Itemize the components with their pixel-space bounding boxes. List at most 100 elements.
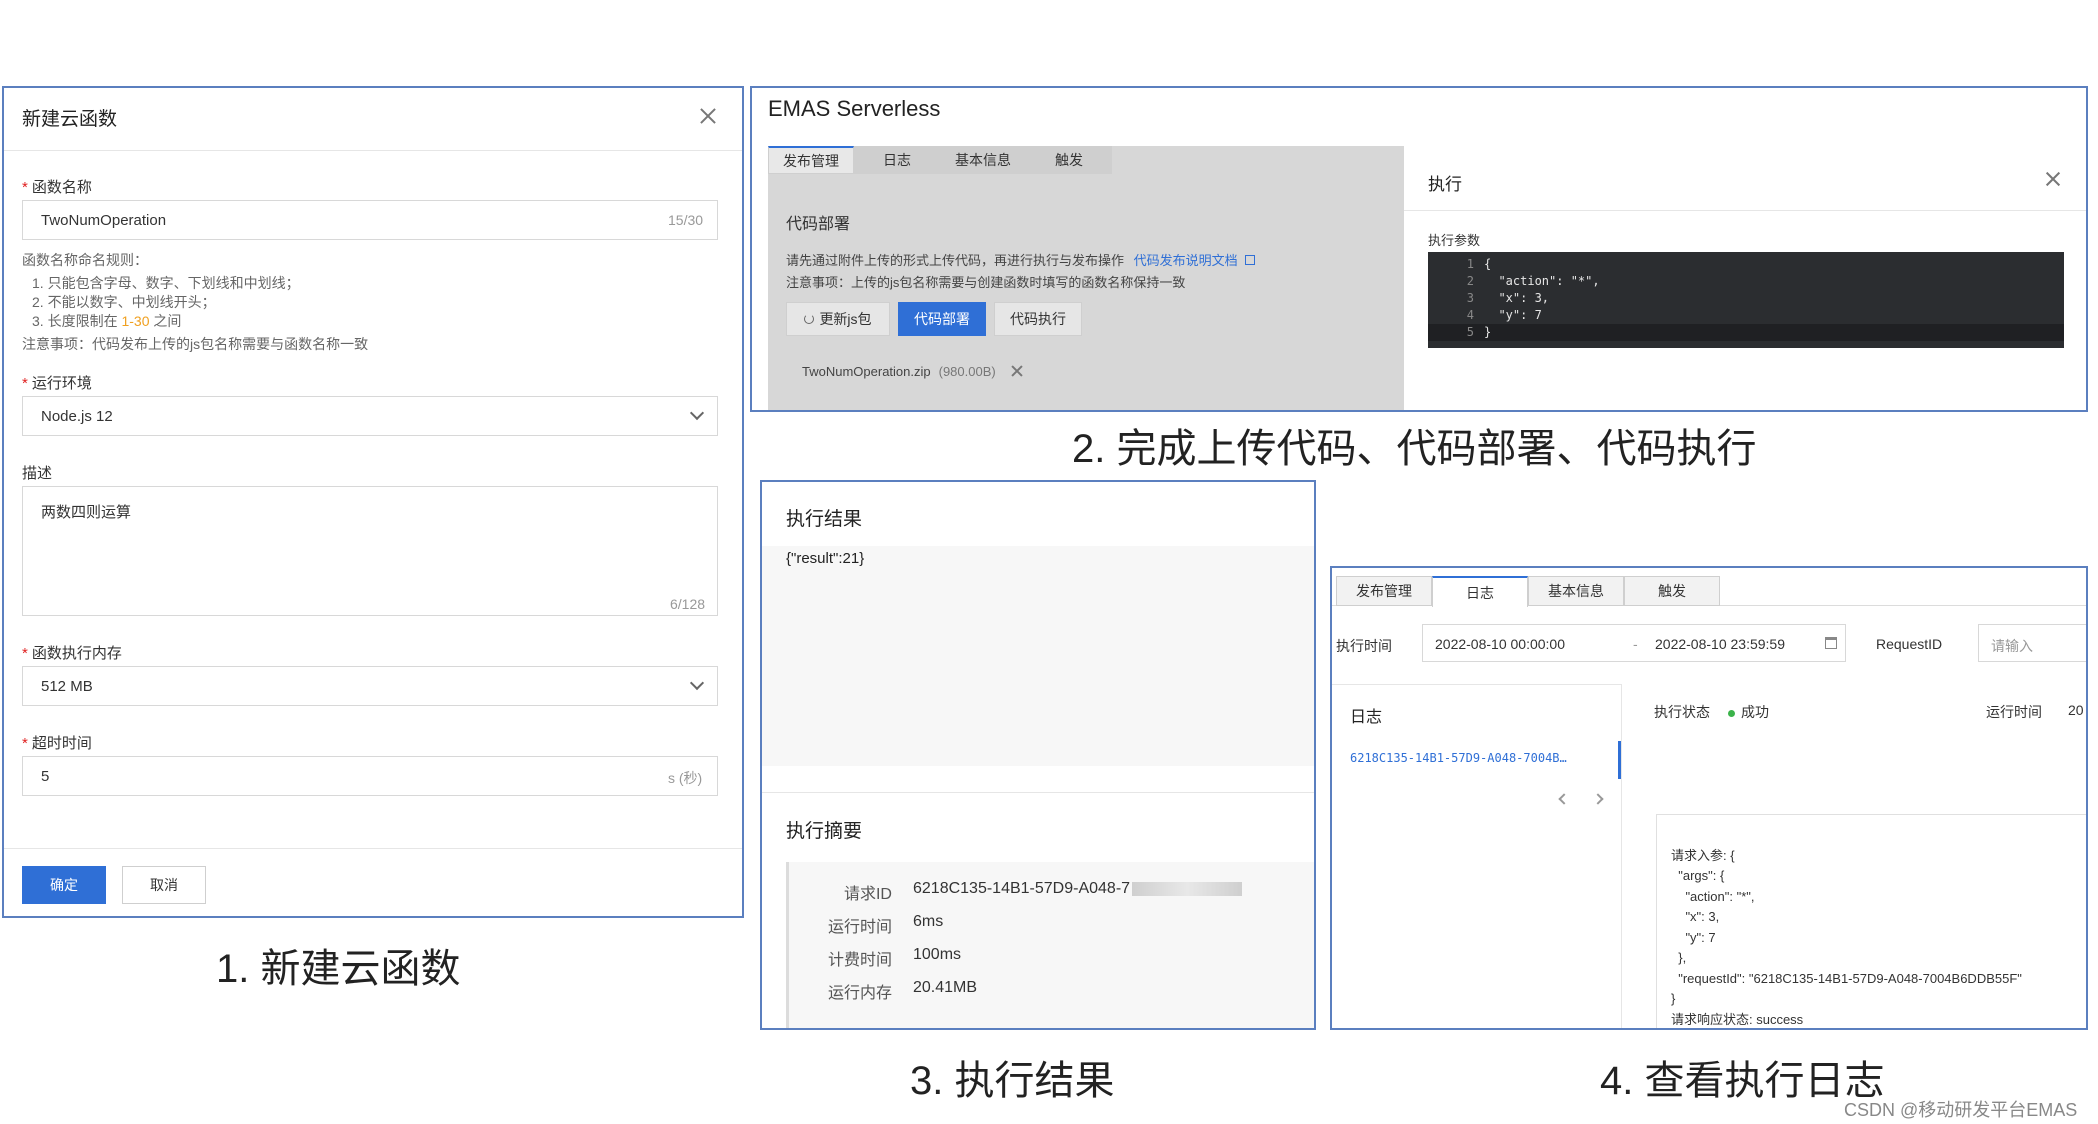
naming-notice: 注意事项：代码发布上传的js包名称需要与函数名称一致	[22, 336, 369, 352]
dialog-title: 新建云函数	[22, 109, 118, 130]
json-line: "action": "*",	[1671, 888, 1755, 904]
summary-key: 计费时间	[827, 952, 892, 969]
background-page: 发布管理 日志 基本信息 触发 代码部署 请先通过附件上传的形式上传代码，再进行…	[768, 146, 1404, 410]
next-page-icon[interactable]	[1592, 793, 1604, 805]
memory-select[interactable]: 512 MB	[22, 666, 718, 706]
confirm-button[interactable]: 确定	[22, 866, 106, 904]
emas-code-panel: EMAS Serverless 发布管理 日志 基本信息 触发 代码部署 请先通…	[750, 86, 2088, 412]
drawer-title: 执行	[1428, 175, 1462, 194]
tab-publish[interactable]: 发布管理	[1336, 576, 1432, 606]
run-button[interactable]: 代码执行	[994, 302, 1082, 336]
runtime-value: 20	[2068, 702, 2084, 718]
uploaded-file: TwoNumOperation.zip (980.00B)	[786, 356, 1056, 386]
summary-title: 执行摘要	[786, 821, 863, 842]
calendar-icon	[1825, 637, 1837, 649]
timeout-unit: s (秒)	[668, 770, 703, 786]
summary-key: 请求ID	[843, 886, 892, 903]
remove-file-icon[interactable]	[1010, 364, 1024, 378]
caption-4: 4. 查看执行日志	[1600, 1059, 1885, 1103]
tab-log[interactable]: 日志	[854, 146, 940, 174]
tab-basic-info[interactable]: 基本信息	[940, 146, 1026, 174]
divider	[4, 150, 742, 151]
code-editor[interactable]: 1{ 2 "action": "*", 3 "x": 3, 4 "y": 7 5…	[1428, 252, 2064, 348]
reqid-label: RequestID	[1876, 636, 1943, 652]
params-label: 执行参数	[1428, 233, 1481, 248]
blurred-text	[1132, 881, 1243, 896]
upload-notice: 注意事项：上传的js包名称需要与创建函数时填写的函数名称保持一致	[786, 275, 1186, 290]
log-title: 日志	[1350, 709, 1383, 726]
summary-value: 6ms	[913, 913, 944, 930]
summary-key: 运行内存	[827, 985, 892, 1002]
runtime-label: * 运行环境	[22, 375, 92, 392]
caption-1: 1. 新建云函数	[216, 947, 461, 991]
log-list: 日志 6218C135-14B1-57D9-A048-7004B…	[1332, 684, 1622, 1028]
run-drawer: 执行 执行参数 1{ 2 "action": "*", 3 "x": 3, 4 …	[1404, 146, 2086, 410]
fn-name-label: * 函数名称	[22, 179, 92, 196]
log-detail: 请求入参: { "args": { "action": "*", "x": 3,…	[1656, 814, 2086, 1028]
create-function-dialog: 新建云函数 * 函数名称 TwoNumOperation 15/30 函数名称命名…	[2, 86, 744, 918]
runtime-label: 运行时间	[1986, 704, 2042, 720]
json-line: "requestId": "6218C135-14B1-57D9-A048-70…	[1671, 970, 2022, 986]
tab-log[interactable]: 日志	[1432, 576, 1528, 607]
external-link-icon	[1245, 255, 1256, 265]
refresh-icon	[804, 314, 815, 324]
upload-hint: 请先通过附件上传的形式上传代码，再进行执行与发布操作 代码发布说明文档	[786, 250, 1256, 269]
timeout-input[interactable]: 5	[22, 756, 718, 796]
fn-name-input[interactable]: TwoNumOperation	[22, 200, 718, 240]
close-icon[interactable]	[698, 106, 718, 126]
section-title: 代码部署	[786, 216, 851, 233]
summary-value: 20.41MB	[913, 979, 978, 996]
divider	[1404, 210, 2086, 211]
summary-box: 请求ID 6218C135-14B1-57D9-A048-7 运行时间 6ms …	[786, 862, 1314, 1028]
reqid-input[interactable]: 请输入	[1978, 624, 2086, 662]
code-line: 4 "y": 7	[1466, 308, 1542, 322]
code-line: 1{	[1466, 257, 1492, 271]
result-box	[762, 546, 1314, 766]
result-value: {"result":21}	[786, 550, 865, 567]
desc-label: 描述	[22, 465, 53, 482]
rules-title: 函数名称命名规则：	[22, 252, 148, 268]
deploy-button[interactable]: 代码部署	[898, 302, 986, 336]
doc-link[interactable]: 代码发布说明文档	[1134, 253, 1238, 268]
json-line: }	[1671, 991, 1676, 1006]
update-js-button[interactable]: 更新js包	[786, 302, 890, 336]
rule-1: 1. 只能包含字母、数字、下划线和中划线；	[32, 275, 300, 291]
app-title: EMAS Serverless	[768, 96, 941, 121]
caption-3: 3. 执行结果	[910, 1059, 1115, 1103]
runtime-select[interactable]: Node.js 12	[22, 396, 718, 436]
log-item-indicator	[1618, 741, 1621, 779]
summary-key: 运行时间	[827, 919, 892, 936]
timeout-label: * 超时时间	[22, 735, 92, 752]
code-line: 2 "action": "*",	[1466, 274, 1600, 288]
json-line: },	[1671, 950, 1687, 965]
json-line: "x": 3,	[1671, 909, 1720, 924]
close-icon[interactable]	[2044, 170, 2062, 188]
json-line: "args": {	[1671, 868, 1725, 883]
fn-name-counter: 15/30	[668, 212, 704, 228]
result-title: 执行结果	[786, 509, 863, 530]
tab-trigger[interactable]: 触发	[1624, 576, 1720, 606]
execution-result-panel: 执行结果 {"result":21} 执行摘要 请求ID 6218C135-14…	[760, 480, 1316, 1030]
divider	[4, 848, 742, 849]
status-badge: 成功	[1728, 702, 1769, 722]
success-dot-icon	[1728, 709, 1735, 717]
caption-2: 2. 完成上传代码、代码部署、代码执行	[1072, 427, 1757, 471]
prev-page-icon[interactable]	[1558, 793, 1570, 805]
json-line: "y": 7	[1671, 929, 1716, 945]
rule-3: 3. 长度限制在 1-30 之间	[32, 313, 182, 329]
tab-basic-info[interactable]: 基本信息	[1528, 576, 1624, 606]
json-line: 请求响应状态: success	[1671, 1011, 1804, 1027]
tab-trigger[interactable]: 触发	[1026, 146, 1112, 174]
time-label: 执行时间	[1336, 638, 1392, 654]
cancel-button[interactable]: 取消	[122, 866, 206, 904]
json-line: 请求入参: {	[1671, 847, 1735, 863]
date-range-picker[interactable]: 2022-08-10 00:00:00 - 2022-08-10 23:59:5…	[1422, 624, 1846, 662]
divider	[762, 792, 1314, 793]
desc-counter: 6/128	[670, 596, 706, 612]
summary-value: 6218C135-14B1-57D9-A048-7	[913, 880, 1243, 898]
log-item[interactable]: 6218C135-14B1-57D9-A048-7004B…	[1350, 751, 1567, 765]
tab-publish[interactable]: 发布管理	[768, 146, 854, 174]
status-label: 执行状态	[1654, 704, 1710, 720]
desc-textarea[interactable]: 两数四则运算	[22, 486, 718, 616]
code-line: 5}	[1428, 324, 2064, 341]
